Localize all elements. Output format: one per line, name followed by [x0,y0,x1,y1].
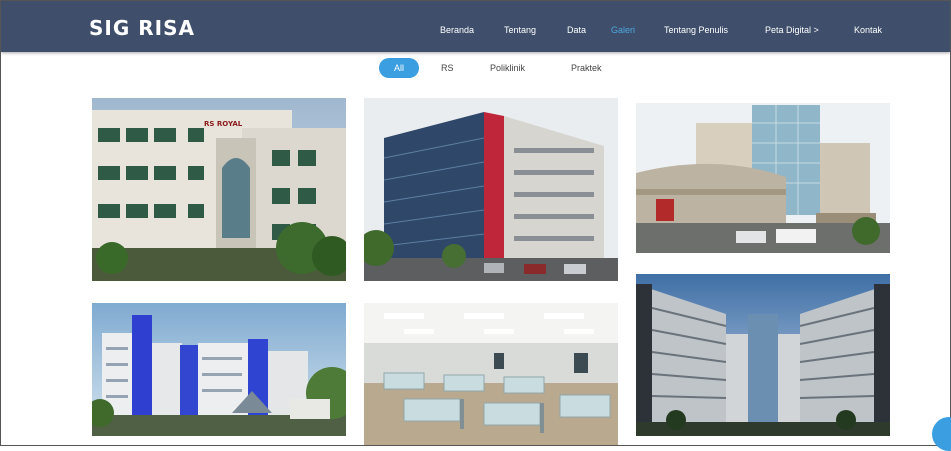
browser-viewport: SIG RISA Beranda Tentang Data Galeri Ten… [0,0,951,446]
filter-rs[interactable]: RS [441,58,454,78]
nav-item-beranda[interactable]: Beranda [440,25,474,35]
gallery-photo-hospital-3[interactable] [636,103,890,253]
nav-item-peta-digital[interactable]: Peta Digital > [765,25,819,35]
filter-all[interactable]: All [379,58,419,78]
navbar: SIG RISA Beranda Tentang Data Galeri Ten… [1,1,950,52]
nav-item-galeri[interactable]: Galeri [611,25,635,35]
gallery-photo-hospital-4[interactable] [92,303,346,436]
nav-item-tentang-penulis[interactable]: Tentang Penulis [664,25,728,35]
nav-item-data[interactable]: Data [567,25,586,35]
gallery-photo-hospital-6[interactable] [636,274,890,436]
nav-item-tentang[interactable]: Tentang [504,25,536,35]
gallery-filters: All RS Poliklinik Praktek [1,58,950,78]
filter-poliklinik[interactable]: Poliklinik [490,58,525,78]
gallery-photo-ward-interior[interactable] [364,303,618,445]
hospital-sign-text: RS ROYAL [204,120,243,128]
brand-logo[interactable]: SIG RISA [89,16,195,40]
filter-praktek[interactable]: Praktek [571,58,602,78]
gallery-photo-hospital-1[interactable]: RS ROYAL [92,98,346,281]
nav-item-kontak[interactable]: Kontak [854,25,882,35]
gallery-photo-hospital-2[interactable] [364,98,618,281]
